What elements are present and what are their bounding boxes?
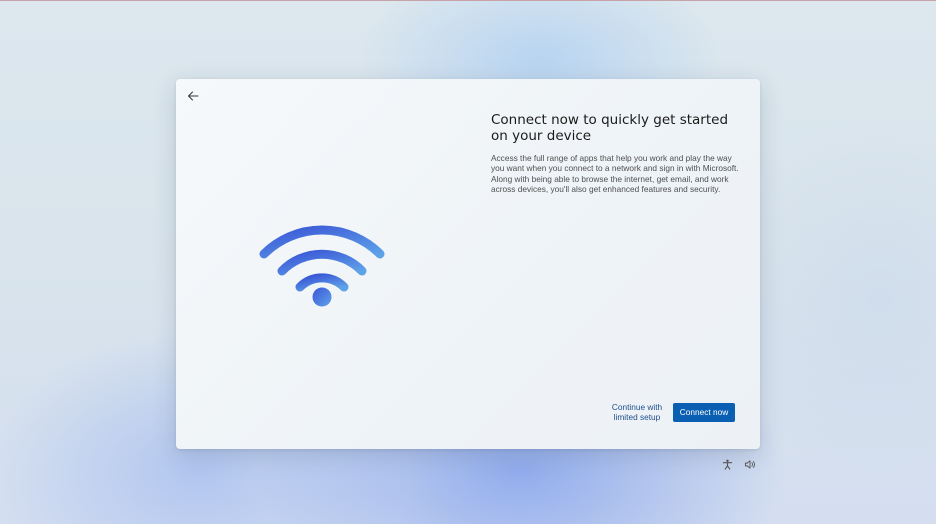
back-button[interactable] [181, 84, 205, 108]
volume-button[interactable] [744, 458, 756, 470]
continue-limited-setup-button[interactable]: Continue with limited setup [604, 402, 670, 423]
accessibility-icon [722, 459, 732, 470]
wifi-icon [259, 225, 385, 307]
window-top-edge [0, 0, 936, 1]
accessibility-button[interactable] [721, 458, 733, 470]
connect-now-button[interactable]: Connect now [673, 403, 735, 422]
page-description: Access the full range of apps that help … [491, 153, 739, 195]
volume-icon [744, 459, 755, 469]
page-title: Connect now to quickly get started on yo… [491, 112, 729, 144]
oobe-network-dialog: Connect now to quickly get started on yo… [176, 79, 760, 449]
arrow-left-icon [188, 91, 199, 101]
